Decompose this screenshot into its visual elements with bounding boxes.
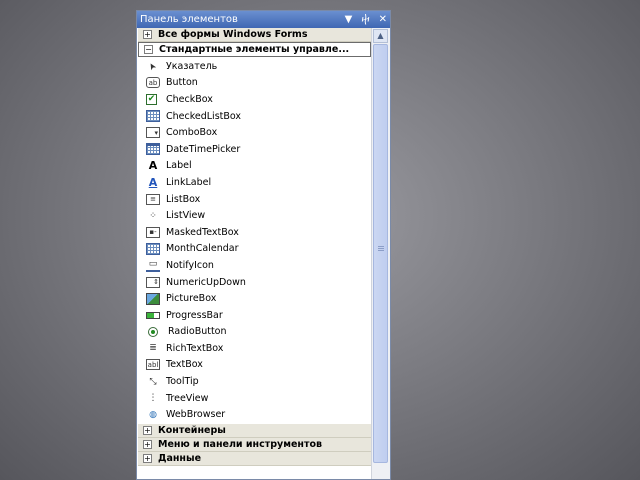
section-label: Контейнеры <box>158 425 226 437</box>
section-label: Меню и панели инструментов <box>158 439 323 451</box>
item-label: TextBox <box>166 359 203 371</box>
toolbox-item-listview[interactable]: ⁘ ListView <box>137 207 372 224</box>
item-label: CheckBox <box>166 93 213 105</box>
scroll-up-icon[interactable]: ▲ <box>373 29 388 43</box>
item-label: ComboBox <box>166 127 218 139</box>
toolbox-item-progressbar[interactable]: ProgressBar <box>137 307 372 324</box>
toolbox-item-checkedlistbox[interactable]: CheckedListBox <box>137 108 372 125</box>
toolbox-item-checkbox[interactable]: ✔ CheckBox <box>137 91 372 108</box>
close-icon[interactable]: ✕ <box>379 11 387 28</box>
listbox-icon: ≡ <box>146 193 160 205</box>
toolbox-item-numericupdown[interactable]: ⇕ NumericUpDown <box>137 274 372 291</box>
item-label: PictureBox <box>166 293 217 305</box>
item-label: Указатель <box>166 60 218 72</box>
button-icon: ab <box>146 77 160 89</box>
section-data[interactable]: + Данные <box>138 452 371 467</box>
maskedtextbox-icon: ▪- <box>146 226 160 238</box>
item-label: ProgressBar <box>166 309 223 321</box>
item-label: MaskedTextBox <box>166 226 239 238</box>
datetimepicker-icon <box>146 143 160 156</box>
section-all-forms[interactable]: + Все формы Windows Forms <box>138 28 371 42</box>
item-label: ListBox <box>166 193 201 205</box>
combobox-icon: ▾ <box>146 127 160 139</box>
progressbar-icon <box>146 311 160 319</box>
toolbox-item-maskedtextbox[interactable]: ▪- MaskedTextBox <box>137 224 372 241</box>
section-label: Стандартные элементы управле... <box>159 44 350 55</box>
monthcalendar-icon <box>146 242 160 255</box>
item-label: WebBrowser <box>166 409 226 421</box>
toolbox-item-textbox[interactable]: abl TextBox <box>137 357 372 374</box>
item-label: MonthCalendar <box>166 243 239 255</box>
section-label: Все формы Windows Forms <box>158 29 308 40</box>
item-label: DateTimePicker <box>166 143 241 155</box>
item-label: LinkLabel <box>166 176 212 188</box>
toolbox-item-picturebox[interactable]: PictureBox <box>137 290 372 307</box>
toolbox-items: ➤ Указатель ab Button ✔ CheckBox Checked… <box>137 58 372 423</box>
linklabel-icon: A <box>148 175 158 189</box>
grip-icon <box>378 245 384 252</box>
toolbox-item-button[interactable]: ab Button <box>137 75 372 92</box>
toolbox-item-treeview[interactable]: ⋮ TreeView <box>137 390 372 407</box>
picturebox-icon <box>146 292 160 305</box>
vertical-scrollbar[interactable]: ▲ <box>371 28 390 479</box>
expand-icon[interactable]: + <box>143 440 152 450</box>
notifyicon-icon: ▭ <box>146 258 160 273</box>
tooltip-icon: ⤡ <box>149 376 157 387</box>
textbox-icon: abl <box>146 359 160 371</box>
label-icon: A <box>148 159 158 173</box>
numericupdown-icon: ⇕ <box>146 276 160 288</box>
expand-icon[interactable]: + <box>143 426 152 436</box>
item-label: RadioButton <box>168 326 227 338</box>
item-label: Button <box>166 77 198 89</box>
section-standard-controls[interactable]: − Стандартные элементы управле... <box>138 42 371 57</box>
toolbox-panel: Панель элементов ▼ ⴕ ✕ + Все формы Windo… <box>136 10 391 480</box>
item-label: ToolTip <box>166 376 199 388</box>
dropdown-icon[interactable]: ▼ <box>345 11 353 28</box>
toolbox-item-datetimepicker[interactable]: DateTimePicker <box>137 141 372 158</box>
checkedlistbox-icon <box>146 110 160 123</box>
webbrowser-icon: ◍ <box>149 409 157 420</box>
pin-icon[interactable]: ⴕ <box>361 11 369 28</box>
item-label: ListView <box>166 210 206 222</box>
item-label: CheckedListBox <box>166 110 242 122</box>
toolbox-item-notifyicon[interactable]: ▭ NotifyIcon <box>137 257 372 274</box>
radiobutton-icon <box>148 326 158 337</box>
toolbox-item-label[interactable]: A Label <box>137 158 372 175</box>
expand-icon[interactable]: + <box>143 454 152 464</box>
toolbox-item-combobox[interactable]: ▾ ComboBox <box>137 124 372 141</box>
item-label: TreeView <box>166 392 209 404</box>
toolbox-content: + Все формы Windows Forms − Стандартные … <box>137 28 372 479</box>
item-label: Label <box>166 160 192 172</box>
pointer-icon: ➤ <box>146 60 160 73</box>
toolbox-item-pointer[interactable]: ➤ Указатель <box>137 58 372 75</box>
toolbox-item-radiobutton[interactable]: RadioButton <box>137 324 372 341</box>
toolbox-item-richtextbox[interactable]: ≣ RichTextBox <box>137 340 372 357</box>
toolbox-titlebar[interactable]: Панель элементов ▼ ⴕ ✕ <box>137 11 390 28</box>
section-label: Данные <box>158 453 202 465</box>
treeview-icon: ⋮ <box>148 393 158 404</box>
toolbox-item-listbox[interactable]: ≡ ListBox <box>137 191 372 208</box>
item-label: NumericUpDown <box>166 276 246 288</box>
item-label: RichTextBox <box>166 342 224 354</box>
expand-icon[interactable]: + <box>143 30 152 39</box>
checkbox-icon: ✔ <box>146 93 157 105</box>
scroll-thumb[interactable] <box>373 44 388 463</box>
section-menus-toolbars[interactable]: + Меню и панели инструментов <box>138 438 371 453</box>
toolbox-item-webbrowser[interactable]: ◍ WebBrowser <box>137 406 372 423</box>
listview-icon: ⁘ <box>149 210 157 221</box>
title-buttons: ▼ ⴕ ✕ <box>345 11 387 28</box>
toolbox-item-monthcalendar[interactable]: MonthCalendar <box>137 241 372 258</box>
item-label: NotifyIcon <box>166 259 214 271</box>
toolbox-item-tooltip[interactable]: ⤡ ToolTip <box>137 373 372 390</box>
richtextbox-icon: ≣ <box>149 343 157 354</box>
collapse-icon[interactable]: − <box>144 45 153 54</box>
section-containers[interactable]: + Контейнеры <box>138 424 371 439</box>
window-title: Панель элементов <box>140 14 238 25</box>
toolbox-item-linklabel[interactable]: A LinkLabel <box>137 174 372 191</box>
